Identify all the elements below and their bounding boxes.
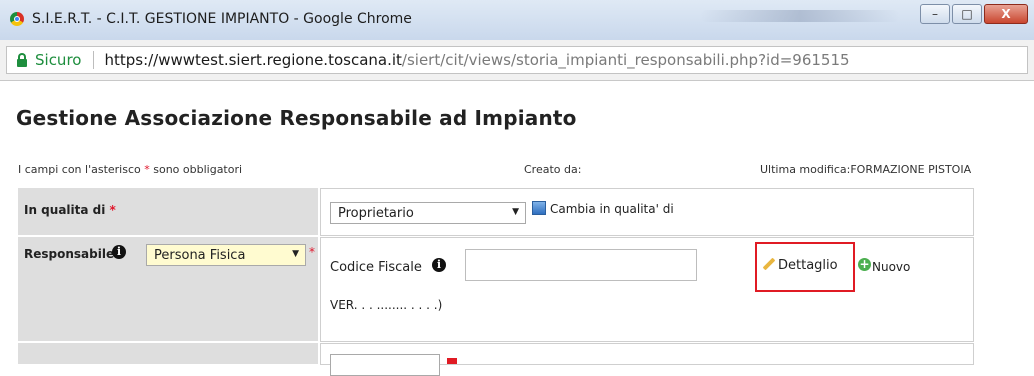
change-role-icon[interactable] (532, 201, 546, 215)
url-separator (93, 51, 95, 69)
last-modified-label: Ultima modifica:FORMAZIONE PISTOIA (760, 163, 972, 176)
in-qualita-selected: Proprietario (338, 206, 414, 221)
in-qualita-star: * (109, 203, 116, 217)
responsabile-type-select[interactable]: Persona Fisica ▼ (146, 244, 306, 266)
chevron-down-icon: ▼ (292, 249, 299, 259)
plus-circle-icon[interactable]: + (858, 258, 871, 271)
secure-label: Sicuro (35, 51, 82, 69)
maximize-button[interactable]: □ (952, 4, 982, 24)
responsabile-label-cell: Responsabile i Persona Fisica ▼ * (18, 237, 318, 342)
responsabile-star: * (309, 245, 315, 259)
minimize-button[interactable]: – (920, 4, 950, 24)
window-title: S.I.E.R.T. - C.I.T. GESTIONE IMPIANTO - … (32, 11, 412, 27)
required-marker (447, 358, 457, 364)
chevron-down-icon: ▼ (512, 207, 519, 217)
info-icon[interactable]: i (112, 245, 126, 259)
next-row-value-cell (320, 343, 974, 376)
dettaglio-link[interactable]: Dettaglio (778, 258, 838, 273)
in-qualita-label: In qualita di * (24, 203, 116, 217)
close-button[interactable]: X (984, 4, 1028, 24)
in-qualita-value-cell: Proprietario ▼ Cambia in qualita' di (320, 188, 974, 236)
page-title: Gestione Associazione Responsabile ad Im… (16, 106, 577, 130)
in-qualita-select[interactable]: Proprietario ▼ (330, 202, 526, 224)
in-qualita-text: In qualita di (24, 203, 110, 217)
address-bar: Sicuro https://wwwtest.siert.regione.tos… (0, 40, 1034, 81)
window-controls: – □ X (918, 4, 1028, 24)
nuovo-link[interactable]: Nuovo (872, 260, 910, 274)
responsabile-type-selected: Persona Fisica (154, 248, 246, 263)
change-role-link[interactable]: Cambia in qualita' di (550, 202, 674, 216)
required-note-after: sono obbligatori (149, 163, 243, 176)
required-note-before: I campi con l'asterisco (18, 163, 145, 176)
lock-icon (17, 52, 27, 67)
url-path: /siert/cit/views/storia_impianti_respons… (401, 51, 850, 69)
required-fields-note: I campi con l'asterisco * sono obbligato… (18, 163, 242, 176)
codice-fiscale-label: Codice Fiscale (330, 260, 422, 275)
in-qualita-label-cell: In qualita di * (18, 188, 318, 236)
chrome-icon (10, 12, 24, 26)
codice-fiscale-input[interactable] (465, 249, 697, 281)
responsabile-name: VER. . . ........ . . . .) (330, 298, 443, 312)
codice-fiscale-info-icon[interactable]: i (432, 258, 446, 272)
next-row-label-cell (18, 343, 318, 365)
url-host: https://wwwtest.siert.regione.toscana.it (104, 51, 402, 69)
window-title-bar: S.I.E.R.T. - C.I.T. GESTIONE IMPIANTO - … (0, 0, 1034, 41)
responsabile-value-cell: Codice Fiscale i Dettaglio + Nuovo VER. … (320, 237, 974, 342)
created-by-label: Creato da: (524, 163, 582, 176)
url-field[interactable]: Sicuro https://wwwtest.siert.regione.tos… (6, 46, 1028, 74)
blurred-tab-area (700, 10, 900, 22)
responsabile-label: Responsabile (24, 247, 115, 261)
next-row-select[interactable] (330, 354, 440, 376)
